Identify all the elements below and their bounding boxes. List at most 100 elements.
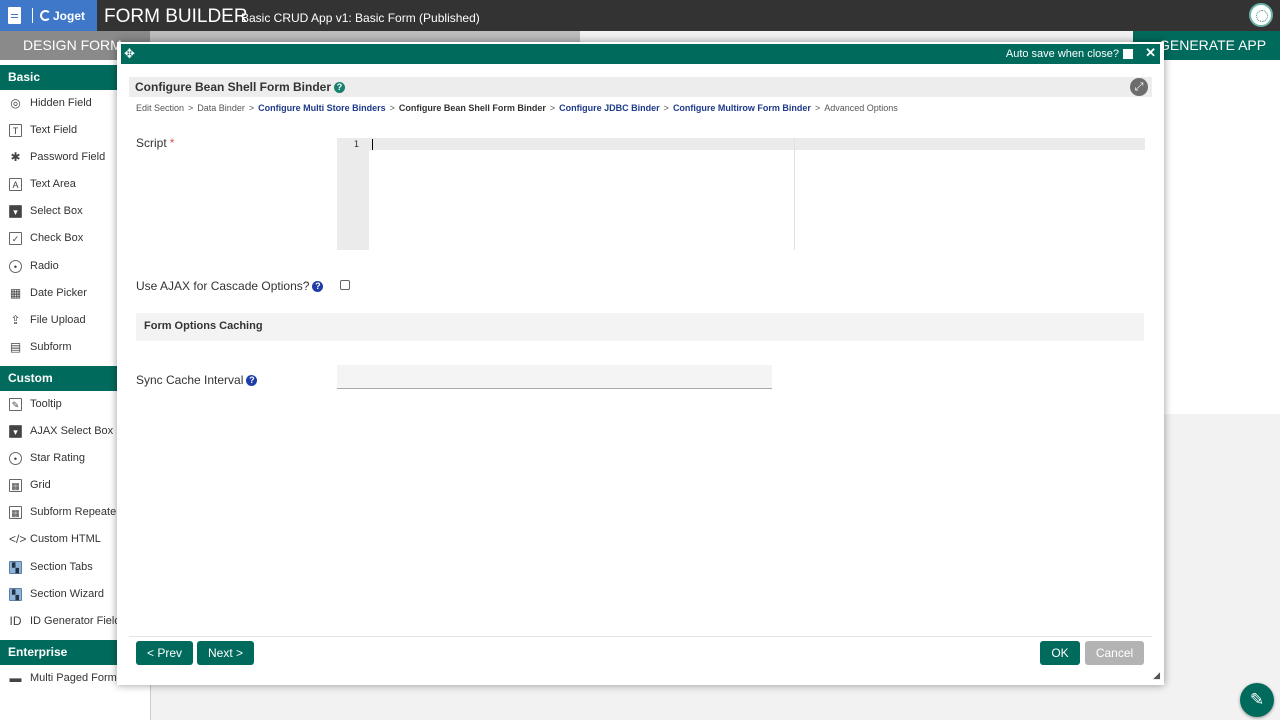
breadcrumb-item[interactable]: Configure JDBC Binder [559, 103, 660, 113]
editor-gutter: 1 [337, 138, 369, 250]
select-box-icon: ▾ [9, 205, 22, 219]
pencil-icon: ✎ [1249, 690, 1265, 709]
ajax-label: Use AJAX for Cascade Options?? [136, 279, 324, 293]
section-header: Form Options Caching [136, 313, 1144, 341]
breadcrumb-item: Configure Bean Shell Form Binder [398, 103, 546, 113]
dialog-titlebar[interactable]: ✥ Auto save when close? ✕ [121, 44, 1160, 64]
palette-item-label: Subform Repeater [30, 506, 120, 519]
dialog-header: Configure Bean Shell Form Binder? ⤢ [129, 77, 1152, 97]
breadcrumb-separator: > [188, 103, 194, 113]
text-area-icon: A [9, 178, 22, 192]
radio-icon: • [9, 259, 22, 273]
sync-cache-label-text: Sync Cache Interval [136, 373, 244, 387]
palette-item-label: AJAX Select Box [30, 425, 114, 438]
palette-item-label: Subform [30, 340, 72, 353]
breadcrumb-item: Advanced Options [824, 103, 898, 113]
section-icon: ▚ [9, 587, 22, 601]
script-editor[interactable]: 1 [337, 138, 1145, 250]
move-icon[interactable]: ✥ [124, 46, 135, 62]
breadcrumb-separator: > [814, 103, 821, 113]
palette-item-label: ID Generator Field [30, 614, 121, 627]
breadcrumb-separator: > [663, 103, 669, 113]
palette-item-label: Text Area [30, 178, 76, 191]
breadcrumb-item[interactable]: Configure Multirow Form Binder [673, 103, 811, 113]
code-icon: </> [9, 532, 27, 547]
footer-divider [129, 636, 1152, 637]
subform-icon: ▤ [9, 339, 22, 354]
app-subtitle: Basic CRUD App v1: Basic Form (Published… [241, 11, 480, 25]
joget-logo: Joget [40, 8, 85, 23]
breadcrumb-separator: > [389, 103, 395, 113]
ajax-label-text: Use AJAX for Cascade Options? [136, 279, 310, 293]
line-number: 1 [353, 140, 359, 150]
palette-item-label: Date Picker [30, 286, 87, 299]
logo-area[interactable]: Joget [0, 0, 97, 31]
palette-item-label: Check Box [30, 232, 84, 245]
breadcrumb-item: Data Binder [197, 103, 245, 113]
joget-logo-text: Joget [53, 8, 86, 23]
palette-item-label: Grid [30, 479, 51, 492]
autosave-checkbox[interactable] [1123, 49, 1133, 59]
page-title-text: Configure Bean Shell Form Binder [135, 80, 332, 94]
breadcrumb-item[interactable]: Configure Multi Store Binders [258, 103, 386, 113]
ajax-checkbox[interactable] [340, 280, 350, 290]
calendar-icon: ▦ [9, 285, 22, 300]
editor-active-line [369, 138, 1145, 150]
palette-item-label: Custom HTML [30, 533, 101, 546]
breadcrumb-item: Edit Section [136, 103, 185, 113]
edit-fab-button[interactable]: ✎ [1240, 683, 1274, 717]
required-mark: * [169, 136, 175, 150]
palette-item-label: Text Field [30, 124, 78, 137]
close-icon[interactable]: ✕ [1145, 45, 1156, 61]
grid-icon: ▦ [9, 479, 22, 493]
breadcrumb: Edit Section > Data Binder > Configure Multi… [136, 103, 898, 113]
multi-page-icon: ▬ [9, 670, 22, 685]
help-icon[interactable]: ? [334, 82, 346, 93]
script-label-text: Script [136, 136, 167, 150]
palette-item-label: Multi Paged Form [30, 671, 117, 684]
palette-item-label: Tooltip [30, 397, 62, 410]
cancel-button[interactable]: Cancel [1085, 641, 1144, 665]
logo-divider [32, 8, 33, 23]
palette-item-label: Hidden Field [30, 97, 92, 109]
palette-item-label: Radio [30, 259, 59, 272]
page-title: Configure Bean Shell Form Binder? [135, 80, 346, 94]
palette-item-label: Section Wizard [30, 587, 104, 600]
fullscreen-icon[interactable]: ⤢ [1130, 78, 1148, 96]
eye-slash-icon: ◎ [10, 96, 21, 110]
editor-caret [372, 139, 373, 150]
breadcrumb-separator: > [248, 103, 255, 113]
palette-item-label: Select Box [30, 205, 83, 218]
help-icon[interactable]: ? [312, 281, 324, 292]
grid-icon: ▦ [9, 506, 22, 520]
sync-cache-label: Sync Cache Interval? [136, 373, 258, 387]
next-button[interactable]: Next > [197, 641, 254, 665]
script-label: Script * [136, 136, 174, 150]
palette-item-label: Star Rating [30, 452, 86, 465]
palette-item-label: File Upload [30, 313, 86, 326]
radio-icon: • [9, 452, 22, 466]
breadcrumb-separator: > [549, 103, 556, 113]
resize-handle-icon[interactable]: ◢ [1153, 670, 1160, 681]
top-bar: Joget FORM BUILDER Basic CRUD App v1: Ba… [0, 0, 1280, 31]
configure-dialog: ✥ Auto save when close? ✕ Configure Bean… [117, 42, 1164, 685]
upload-icon: ⇪ [10, 312, 21, 327]
section-icon: ▚ [9, 560, 22, 574]
id-icon: ID [9, 613, 22, 628]
editor-print-margin [794, 138, 795, 250]
asterisk-icon: ✱ [10, 150, 21, 165]
prev-button[interactable]: < Prev [136, 641, 193, 665]
app-title: FORM BUILDER [104, 6, 248, 27]
ok-button[interactable]: OK [1040, 641, 1080, 665]
select-box-icon: ▾ [9, 425, 22, 439]
section-title: Form Options Caching [144, 320, 263, 332]
sync-cache-input[interactable] [337, 365, 772, 389]
avatar[interactable] [1249, 3, 1273, 27]
edit-icon: ✎ [9, 397, 22, 411]
joget-logo-icon [40, 10, 51, 21]
palette-item-label: Password Field [30, 151, 106, 164]
check-box-icon: ✓ [9, 232, 22, 246]
help-icon[interactable]: ? [246, 375, 258, 386]
text-field-icon: T [9, 124, 22, 138]
document-icon [8, 7, 21, 24]
